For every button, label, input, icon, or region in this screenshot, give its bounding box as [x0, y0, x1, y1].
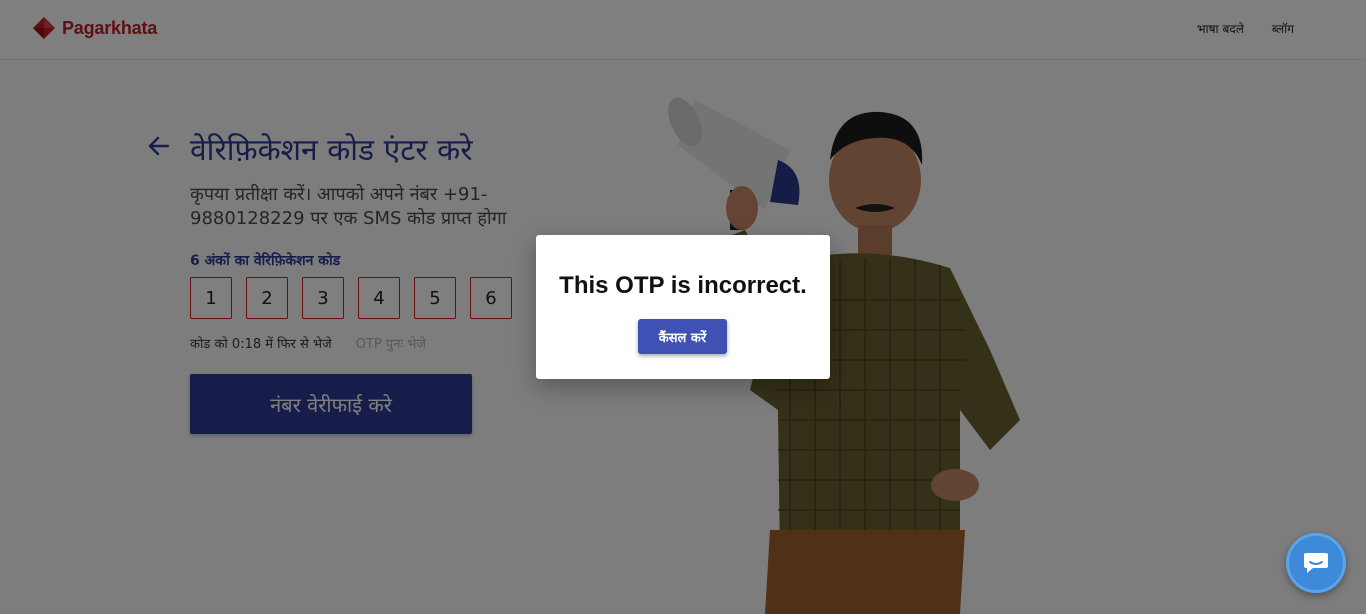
verification-page: Pagarkhata भाषा बदले ब्लॉग वेरिफ़िकेशन क… — [0, 0, 1366, 614]
error-dialog: This OTP is incorrect. कैंसल करें — [536, 235, 830, 379]
chat-icon — [1304, 553, 1328, 573]
cancel-button[interactable]: कैंसल करें — [638, 319, 727, 354]
chat-button[interactable] — [1286, 533, 1346, 593]
dialog-message: This OTP is incorrect. — [559, 272, 807, 299]
